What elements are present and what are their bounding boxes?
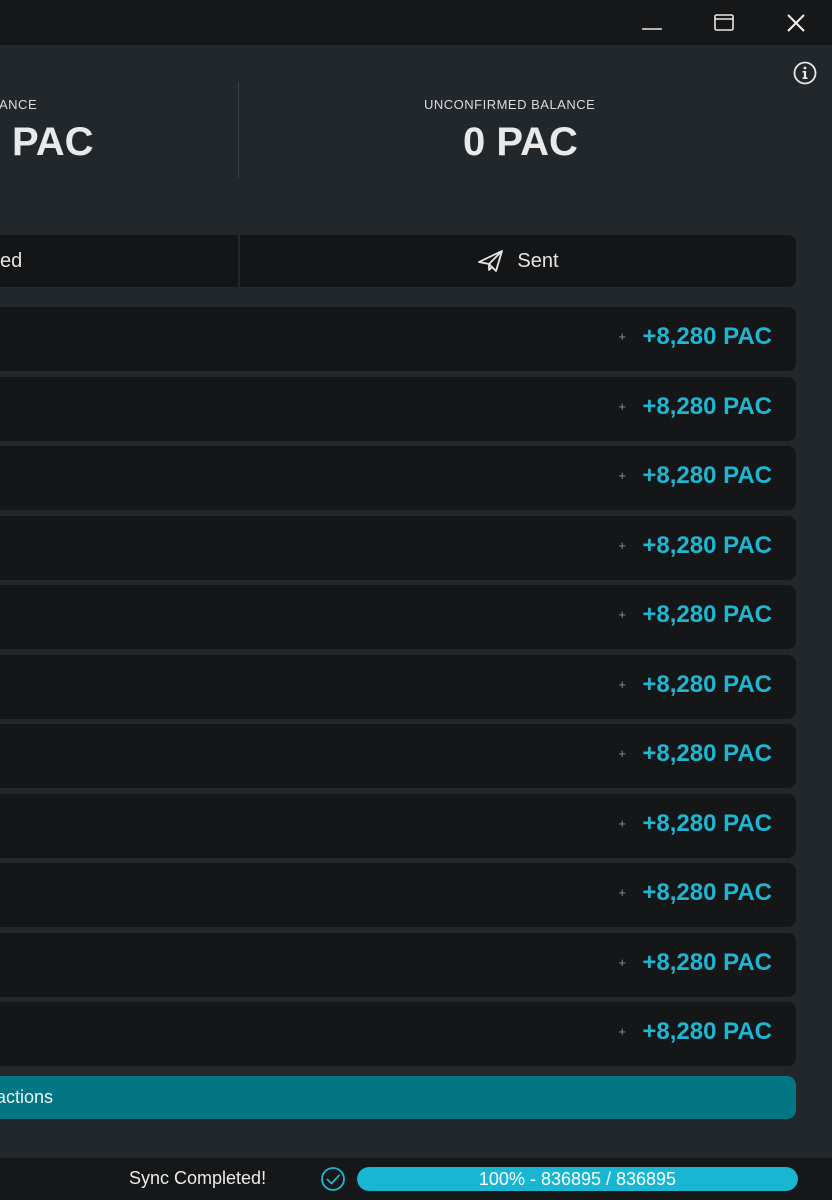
tab-received-label: ed [0, 249, 23, 272]
sync-progress-bar: 100% - 836895 / 836895 [357, 1167, 798, 1191]
confirmed-balance-label: ANCE [0, 97, 38, 112]
transaction-amount: +8,280 PAC [642, 1018, 772, 1045]
transaction-row[interactable]: + +8,280 PAC [0, 376, 796, 441]
transaction-amount: +8,280 PAC [642, 462, 772, 489]
transaction-sign: + [618, 885, 626, 900]
check-circle-icon [321, 1167, 345, 1191]
tab-sent[interactable]: Sent [240, 235, 796, 287]
transaction-row[interactable]: + +8,280 PAC [0, 863, 796, 927]
close-icon [787, 13, 805, 32]
confirmed-balance-value: PAC [12, 120, 94, 164]
transaction-tabs: ed Sent [0, 235, 796, 287]
transaction-row[interactable]: + +8,280 PAC [0, 1002, 796, 1066]
transaction-sign: + [618, 676, 626, 692]
transaction-amount: +8,280 PAC [642, 323, 772, 350]
transaction-amount: +8,280 PAC [642, 879, 772, 906]
transaction-row[interactable]: + +8,280 PAC [0, 932, 796, 997]
paper-plane-icon [478, 250, 504, 272]
transaction-sign: + [618, 607, 626, 622]
transaction-amount: +8,280 PAC [642, 392, 772, 420]
tab-sent-label: Sent [517, 249, 559, 272]
sync-status-text: Sync Completed! [129, 1168, 267, 1188]
transaction-sign: + [618, 746, 626, 761]
unconfirmed-balance-label: UNCONFIRMED BALANCE [424, 97, 596, 112]
transaction-sign: + [618, 468, 626, 483]
all-transactions-label: sactions [0, 1087, 54, 1107]
transaction-row[interactable]: + +8,280 PAC [0, 307, 796, 371]
status-bar: Sync Completed! 100% - 836895 / 836895 [0, 1158, 832, 1200]
maximize-icon [714, 13, 734, 31]
transaction-amount: +8,280 PAC [642, 809, 772, 837]
transaction-amount: +8,280 PAC [642, 948, 772, 976]
sync-progress-text: 100% - 836895 / 836895 [478, 1168, 677, 1189]
transaction-sign: + [618, 329, 626, 344]
transaction-row[interactable]: + +8,280 PAC [0, 793, 796, 858]
title-bar [0, 0, 832, 45]
transaction-sign: + [618, 398, 626, 414]
minimize-button[interactable] [616, 0, 688, 45]
transaction-amount: +8,280 PAC [642, 601, 772, 628]
transaction-row[interactable]: + +8,280 PAC [0, 585, 796, 649]
unconfirmed-balance-value: 0 PAC [463, 120, 578, 164]
maximize-button[interactable] [688, 0, 760, 45]
transaction-row[interactable]: + +8,280 PAC [0, 654, 796, 719]
transaction-sign: + [618, 954, 626, 970]
tab-received[interactable]: ed [0, 235, 238, 287]
transaction-amount: +8,280 PAC [642, 531, 772, 559]
transaction-sign: + [618, 815, 626, 831]
balance-divider [238, 82, 239, 178]
all-transactions-button[interactable]: sactions [0, 1076, 796, 1119]
minimize-icon [642, 27, 662, 30]
transaction-amount: +8,280 PAC [642, 670, 772, 698]
transaction-row[interactable]: + +8,280 PAC [0, 446, 796, 510]
transaction-row[interactable]: + +8,280 PAC [0, 724, 796, 788]
close-button[interactable] [760, 0, 832, 45]
transaction-sign: + [618, 537, 626, 553]
transaction-row[interactable]: + +8,280 PAC [0, 515, 796, 580]
transaction-amount: +8,280 PAC [642, 740, 772, 767]
info-icon[interactable] [793, 61, 817, 85]
transaction-sign: + [618, 1024, 626, 1039]
